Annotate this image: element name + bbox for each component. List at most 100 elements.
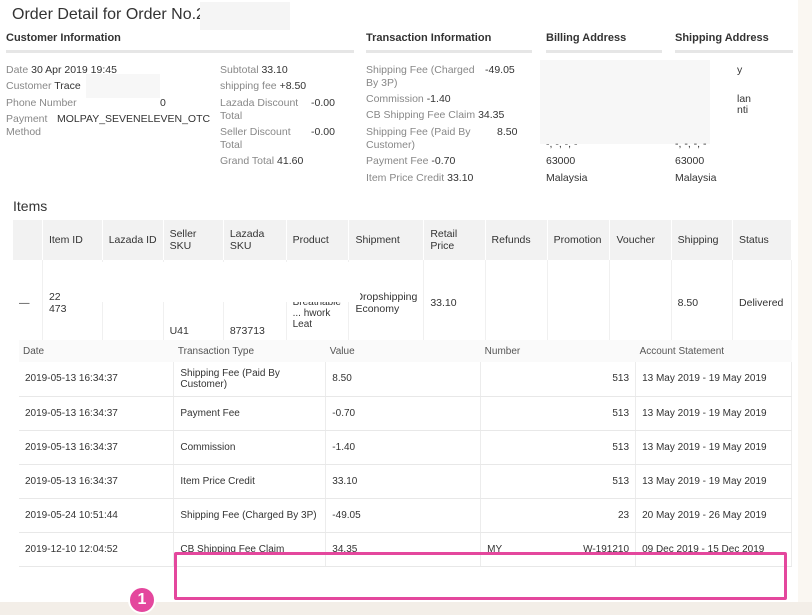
shipping-country: Malaysia	[675, 172, 717, 184]
tx-date: 2019-05-24 10:51:44	[19, 498, 175, 533]
item-promotion	[547, 260, 611, 345]
subtotal: Subtotal 33.10	[220, 64, 288, 76]
section-customer-info: Customer Information	[6, 32, 354, 53]
shipping-fee: shipping fee +8.50	[220, 80, 307, 92]
tx-number-text: 513	[612, 407, 630, 419]
item-status: Delivered	[732, 260, 792, 345]
transactions-table: Date Transaction Type Value Number Accou…	[19, 340, 792, 567]
item-voucher	[609, 260, 672, 345]
tx-number: 23	[480, 498, 637, 533]
redaction	[200, 2, 290, 30]
tx-value: 8.50	[325, 362, 482, 397]
col-product: Product	[286, 220, 350, 260]
tx-col-number: Number	[480, 340, 636, 362]
col-status: Status	[732, 220, 792, 260]
item-retail-price: 33.10	[423, 260, 486, 345]
step-badge: 1	[128, 586, 156, 614]
tx-col-value: Value	[325, 340, 481, 362]
col-seller-sku: Seller SKU	[163, 220, 224, 260]
customer-phone: Phone Number	[6, 97, 77, 109]
item-shipment: Dropshipping Economy	[348, 260, 425, 345]
col-expand	[13, 220, 43, 260]
tx-number-text: 513	[612, 475, 630, 487]
col-item-id: Item ID	[42, 220, 103, 260]
billing-country: Malaysia	[546, 172, 588, 184]
tx-commission: Commission -1.40	[366, 93, 451, 105]
tx-payment-fee: Payment Fee -0.70	[366, 155, 456, 167]
col-retail-price: Retail Price	[423, 220, 486, 260]
highlight-box	[174, 552, 787, 600]
col-promotion: Promotion	[547, 220, 611, 260]
shipping-line-1: y	[737, 64, 743, 76]
tx-type: Payment Fee	[173, 396, 327, 431]
col-voucher: Voucher	[609, 220, 672, 260]
lazada-discount-value: -0.00	[311, 97, 335, 109]
tx-date: 2019-12-10 12:04:52	[19, 532, 175, 567]
items-title: Items	[13, 198, 48, 214]
tx-statement: 13 May 2019 - 19 May 2019	[635, 396, 792, 431]
section-billing-address: Billing Address	[546, 32, 662, 53]
redaction	[540, 60, 710, 144]
shipping-line-4: -, -, -, -	[675, 138, 707, 150]
customer-phone-value: 0	[160, 97, 166, 109]
shipping-postcode: 63000	[675, 155, 705, 167]
section-transaction-info: Transaction Information	[366, 32, 532, 53]
tx-row[interactable]: 2019-05-13 16:34:37 Shipping Fee (Paid B…	[19, 362, 792, 397]
tx-row[interactable]: 2019-05-13 16:34:37 Commission -1.40 513…	[19, 430, 792, 465]
tx-row[interactable]: 2019-05-13 16:34:37 Payment Fee -0.70 51…	[19, 396, 792, 431]
tx-date: 2019-05-13 16:34:37	[19, 430, 175, 465]
tx-row[interactable]: 2019-05-13 16:34:37 Item Price Credit 33…	[19, 464, 792, 499]
tx-value: -1.40	[325, 430, 482, 465]
shipping-line-3: nti	[737, 104, 749, 116]
tx-type: Shipping Fee (Paid By Customer)	[173, 362, 327, 397]
tx-type: Commission	[173, 430, 327, 465]
billing-postcode: 63000	[546, 155, 576, 167]
page-title: Order Detail for Order No.2	[12, 6, 205, 23]
tx-col-date: Date	[19, 340, 174, 362]
tx-ship-charged-value: -49.05	[485, 64, 515, 76]
tx-row[interactable]: 2019-05-24 10:51:44 Shipping Fee (Charge…	[19, 498, 792, 533]
tx-col-type: Transaction Type	[173, 340, 326, 362]
tx-statement: 13 May 2019 - 19 May 2019	[635, 464, 792, 499]
customer-payment-value: MOLPAY_SEVENELEVEN_OTC	[57, 113, 211, 125]
tx-value: -49.05	[325, 498, 482, 533]
redaction	[60, 262, 360, 302]
item-refunds	[485, 260, 548, 345]
tx-value: -0.70	[325, 396, 482, 431]
customer-payment-label: Payment Method	[6, 113, 48, 138]
redaction	[86, 74, 160, 98]
section-shipping-address: Shipping Address	[675, 32, 793, 53]
tx-number-text: 513	[612, 441, 630, 453]
tx-statement: 13 May 2019 - 19 May 2019	[635, 362, 792, 397]
tx-type: Shipping Fee (Charged By 3P)	[173, 498, 327, 533]
tx-statement: 20 May 2019 - 26 May 2019	[635, 498, 792, 533]
page-edge	[798, 0, 812, 615]
seller-discount-value: -0.00	[311, 126, 335, 138]
item-shipping: 8.50	[671, 260, 734, 345]
seller-discount-label: Seller Discount Total	[220, 126, 291, 151]
lazada-discount-label: Lazada Discount Total	[220, 97, 299, 122]
tx-header-row: Date Transaction Type Value Number Accou…	[19, 340, 792, 362]
tx-date: 2019-05-13 16:34:37	[19, 396, 175, 431]
items-header-row: Item ID Lazada ID Seller SKU Lazada SKU …	[13, 220, 792, 260]
tx-col-statement: Account Statement	[635, 340, 792, 362]
tx-statement: 13 May 2019 - 19 May 2019	[635, 430, 792, 465]
collapse-toggle[interactable]: —	[13, 260, 43, 345]
tx-value: 33.10	[325, 464, 482, 499]
tx-number: 513	[480, 430, 637, 465]
tx-cb-claim: CB Shipping Fee Claim 34.35	[366, 109, 505, 121]
tx-date: 2019-05-13 16:34:37	[19, 362, 175, 397]
col-lazada-id: Lazada ID	[102, 220, 164, 260]
tx-date: 2019-05-13 16:34:37	[19, 464, 175, 499]
col-shipping: Shipping	[671, 220, 734, 260]
col-refunds: Refunds	[485, 220, 548, 260]
tx-ship-paid-label: Shipping Fee (Paid By Customer)	[366, 126, 471, 151]
tx-item-credit: Item Price Credit 33.10	[366, 172, 474, 184]
tx-type: Item Price Credit	[173, 464, 327, 499]
tx-number: 513	[480, 464, 637, 499]
grand-total: Grand Total 41.60	[220, 155, 304, 167]
tx-ship-charged-label: Shipping Fee (Charged By 3P)	[366, 64, 475, 89]
tx-number: 513	[480, 362, 637, 397]
tx-number: 513	[480, 396, 637, 431]
footer-background	[0, 602, 812, 615]
